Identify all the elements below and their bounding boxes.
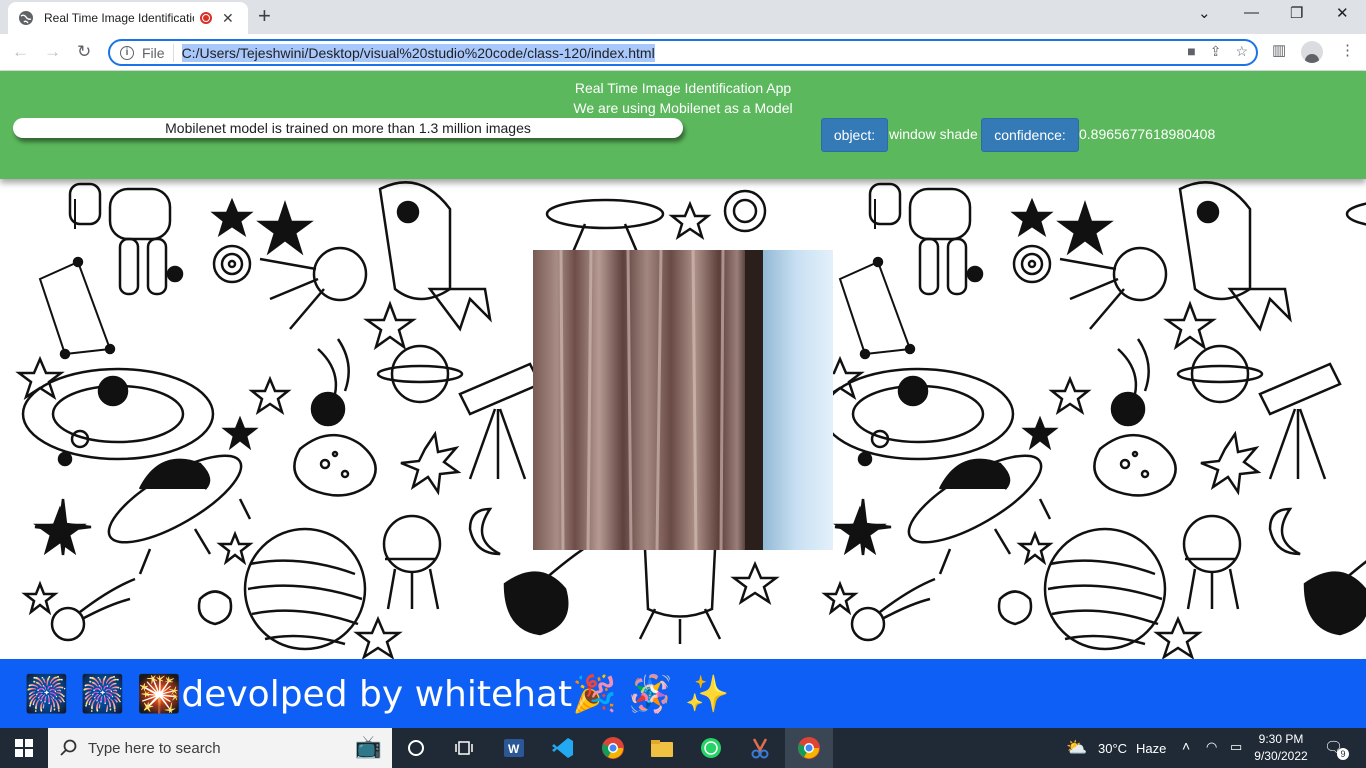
confidence-label-badge: confidence: [981,118,1079,152]
cortana-icon[interactable] [404,736,428,760]
menu-icon[interactable]: ⋮ [1340,41,1355,59]
model-info-banner: Mobilenet model is trained on more than … [13,118,683,138]
close-window-button[interactable]: ✕ [1336,4,1349,22]
address-bar[interactable]: i File C:/Users/Tejeshwini/Desktop/visua… [108,39,1258,66]
chrome-icon[interactable] [601,736,625,760]
snipping-icon[interactable] [748,736,772,760]
battery-icon[interactable]: ▭ [1230,739,1242,755]
vscode-icon[interactable] [551,736,575,760]
confidence-result: 0.8965677618980408 [1079,126,1216,142]
taskbar-search-box[interactable]: Type here to search 📺 [48,728,392,768]
chrome-active-taskbar-item[interactable] [785,728,833,768]
tab-search-icon[interactable]: ⌄ [1198,4,1211,22]
share-icon[interactable]: ⇪ [1210,43,1222,60]
task-view-icon[interactable] [452,736,476,760]
object-label-badge: object: [821,118,888,152]
object-result: window shade [889,126,978,142]
tab-title: Real Time Image Identificatio [44,11,194,25]
minimize-button[interactable]: — [1244,4,1259,21]
footer-banner: 🎆 🎆 🎇devolped by whitehat🎉 🪅 ✨ [0,659,1366,728]
windows-taskbar: Type here to search 📺 W ⛅ 30°C Haze ˄ ◠ … [0,728,1366,768]
app-header: Real Time Image Identification App We ar… [0,71,1366,179]
divider [172,43,174,62]
weather-icon[interactable]: ⛅ [1066,738,1087,758]
page-title: Real Time Image Identification App [574,80,792,96]
notification-count: 9 [1337,748,1349,760]
browser-tab[interactable]: Real Time Image Identificatio ✕ [8,2,248,34]
footer-text: 🎆 🎆 🎇devolped by whitehat🎉 🪅 ✨ [24,673,730,715]
word-icon[interactable]: W [502,736,526,760]
search-highlight-icon: 📺 [354,734,382,759]
svg-text:W: W [508,742,520,756]
wifi-icon[interactable]: ◠ [1206,739,1217,755]
profile-icon[interactable] [1301,41,1323,63]
star-icon[interactable]: ☆ [1235,43,1248,60]
tab-close-button[interactable]: ✕ [222,10,234,27]
url-text[interactable]: C:/Users/Tejeshwini/Desktop/visual%20stu… [181,43,655,62]
search-placeholder: Type here to search [88,739,221,757]
browser-tabstrip: Real Time Image Identificatio ✕ + ⌄ — ❐ … [0,0,1366,34]
record-icon [200,12,212,24]
windows-icon[interactable] [0,728,48,768]
clock-time: 9:30 PM [1258,732,1304,746]
restore-button[interactable]: ❐ [1290,4,1303,22]
page-subtitle: We are using Mobilenet as a Model [573,100,793,116]
search-icon [60,739,77,756]
folder-icon[interactable] [650,736,674,760]
weather-desc[interactable]: Haze [1136,741,1166,756]
whatsapp-icon[interactable] [699,736,723,760]
clock[interactable]: 9:30 PM 9/30/2022 [1250,731,1312,765]
reload-icon[interactable]: ↻ [77,42,91,62]
sidebar-icon[interactable]: ▥ [1272,41,1286,59]
chevron-up-icon[interactable]: ˄ [1182,738,1190,754]
globe-icon [19,11,33,25]
webcam-video [533,250,833,550]
clock-date: 9/30/2022 [1254,749,1308,763]
info-icon[interactable]: i [120,45,134,60]
camera-icon[interactable]: ■ [1187,43,1195,60]
new-tab-button[interactable]: + [258,5,271,27]
weather-temp[interactable]: 30°C [1098,741,1127,756]
address-scheme: File [142,44,165,61]
forward-icon[interactable]: → [44,42,61,62]
back-icon[interactable]: ← [12,42,29,62]
browser-toolbar: ← → ↻ i File C:/Users/Tejeshwini/Desktop… [0,34,1366,71]
